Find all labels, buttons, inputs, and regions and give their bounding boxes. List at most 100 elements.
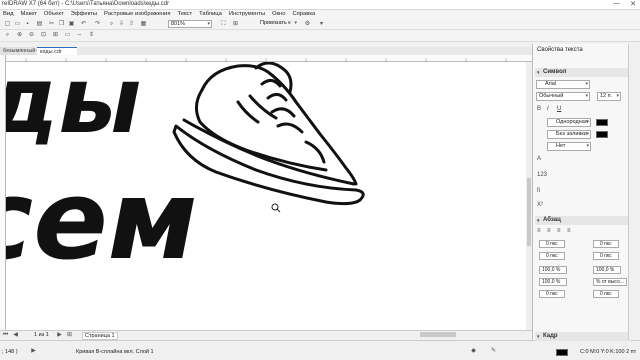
font-style-select[interactable]: Обычный ▾	[536, 92, 590, 101]
play-icon[interactable]: ▶	[30, 348, 37, 355]
menu-table[interactable]: Таблица	[199, 10, 222, 19]
text-case-icon[interactable]: A	[537, 156, 541, 162]
save-icon[interactable]: ▪	[24, 21, 31, 28]
page-tab[interactable]: Страница 1	[82, 332, 118, 340]
next-page-icon[interactable]: ▶	[56, 332, 63, 339]
menu-object[interactable]: Объект	[44, 10, 64, 19]
space-before-field[interactable]: 0 пкс	[539, 290, 565, 298]
options-icon[interactable]: ⚙	[304, 21, 311, 28]
menu-help[interactable]: Справка	[292, 10, 315, 19]
ruler-ticks	[25, 58, 507, 62]
indent-last-value: 0 пкс	[600, 253, 612, 259]
align-justify-icon[interactable]: ≡	[567, 228, 571, 234]
bg-fill-value: Без заливки	[556, 131, 587, 137]
word-spacing-field[interactable]: 100,0 %	[539, 278, 567, 286]
fill-icon: ◆	[471, 348, 476, 354]
horizontal-ruler[interactable]	[6, 55, 532, 62]
drawing-canvas[interactable]: ды сем	[6, 62, 526, 330]
menu-view[interactable]: Вид	[3, 10, 14, 19]
background-color-swatch[interactable]	[596, 131, 608, 138]
indent-first-field[interactable]: 0 пкс	[539, 252, 565, 260]
line-spacing-field[interactable]: 100,0 %	[539, 266, 567, 274]
ligature-icon[interactable]: fi	[537, 188, 540, 194]
new-file-icon[interactable]: ▢	[4, 21, 11, 28]
artwork-text-line1: ды	[6, 62, 142, 154]
snap-to-menu[interactable]: Привязать к ▾	[258, 20, 298, 28]
menu-tools[interactable]: Инструменты	[229, 10, 265, 19]
menu-window[interactable]: Окно	[272, 10, 285, 19]
prev-page-icon[interactable]: ◀	[12, 332, 19, 339]
section-frame[interactable]: Кадр	[535, 332, 631, 341]
char-spacing-field[interactable]: 100,0 %	[593, 266, 621, 274]
italic-icon[interactable]: I	[547, 106, 549, 112]
underline-icon[interactable]: U	[557, 106, 561, 112]
section-paragraph[interactable]: Абзац	[535, 216, 631, 225]
vertical-scroll-thumb[interactable]	[527, 178, 531, 246]
export-icon[interactable]: ⇧	[128, 21, 135, 28]
zoom-all-icon[interactable]: ⊞	[52, 32, 59, 39]
indent-right-field[interactable]: 0 пкс	[593, 240, 619, 248]
font-select[interactable]: Arial ▾	[536, 80, 590, 89]
fill-color-swatch[interactable]	[556, 349, 568, 356]
copy-icon[interactable]: ❐	[58, 21, 65, 28]
tab-kedy[interactable]: кеды.cdr	[37, 47, 77, 55]
section-symbol[interactable]: Символ	[535, 68, 631, 77]
section-frame-label: Кадр	[543, 333, 558, 339]
font-size-select[interactable]: 12 п. ▾	[597, 92, 621, 101]
space-before-value: 0 пкс	[546, 291, 558, 297]
outline-pen-icon: ✎	[490, 348, 497, 354]
import-icon[interactable]: ⇩	[118, 21, 125, 28]
zoom-level-select[interactable]: 801% ▾	[168, 20, 212, 28]
tab-untitled-label: безымянный-1	[3, 48, 41, 54]
cut-icon[interactable]: ✂	[48, 21, 55, 28]
zoom-selected-icon[interactable]: ⊡	[40, 32, 47, 39]
add-page-icon[interactable]: ⊞	[66, 332, 73, 339]
redo-icon[interactable]: ↷	[94, 21, 101, 28]
outline-select[interactable]: Нет ▾	[547, 142, 591, 151]
tab-untitled[interactable]: безымянный-1	[0, 47, 40, 55]
bold-icon[interactable]: B	[537, 106, 541, 112]
pdf-icon[interactable]: ▦	[140, 21, 147, 28]
rulers-icon[interactable]: ⊞	[232, 21, 239, 28]
background-fill-select[interactable]: Без заливки ▾	[547, 130, 591, 139]
space-after-field[interactable]: 0 пкс	[593, 290, 619, 298]
indent-left-field[interactable]: 0 пкс	[539, 240, 565, 248]
spacing-unit-select[interactable]: % от высо...	[593, 278, 627, 286]
minimize-button[interactable]: —	[613, 0, 620, 8]
paste-icon[interactable]: ▣	[68, 21, 75, 28]
print-icon[interactable]: ▤	[36, 21, 43, 28]
undo-icon[interactable]: ↶	[80, 21, 87, 28]
text-color-swatch[interactable]	[596, 119, 608, 126]
zoom-in-icon[interactable]: ⊕	[16, 32, 23, 39]
first-page-icon[interactable]: ⏮	[2, 332, 9, 339]
zoom-width-icon[interactable]: ⇔	[76, 32, 83, 39]
chevron-down-icon: ▾	[294, 20, 297, 26]
menu-bitmaps[interactable]: Растровые изображения	[104, 10, 170, 19]
section-symbol-label: Символ	[543, 69, 567, 75]
docker-tabs-strip[interactable]	[628, 44, 640, 340]
open-file-icon[interactable]: ▭	[14, 21, 21, 28]
close-button[interactable]: ✕	[630, 0, 636, 8]
style-value: Обычный	[539, 93, 564, 99]
indent-left-value: 0 пкс	[546, 241, 558, 247]
launch-icon[interactable]: ▾	[318, 21, 325, 28]
position-icon[interactable]: X²	[537, 202, 543, 208]
zoom-page-icon[interactable]: ▭	[64, 32, 71, 39]
align-center-icon[interactable]: ≡	[547, 228, 551, 234]
font-value: Arial	[545, 81, 557, 87]
numeric-icon[interactable]: 123	[537, 172, 547, 178]
full-screen-icon[interactable]: ⛶	[220, 21, 227, 28]
align-right-icon[interactable]: ≡	[557, 228, 561, 234]
zoom-height-icon[interactable]: ⇕	[88, 32, 95, 39]
zoom-out-icon[interactable]: ⊖	[28, 32, 35, 39]
menu-layout[interactable]: Макет	[21, 10, 37, 19]
search-icon[interactable]: ⌕	[108, 21, 115, 28]
fill-type-select[interactable]: Однородная ... ▾	[547, 118, 591, 127]
align-left-icon[interactable]: ≡	[537, 228, 541, 234]
menu-text[interactable]: Текст	[178, 10, 193, 19]
horizontal-scroll-thumb[interactable]	[420, 332, 456, 337]
zoom-icon[interactable]: ⌕	[4, 32, 11, 39]
menu-effects[interactable]: Эффекты	[71, 10, 97, 19]
indent-last-field[interactable]: 0 пкс	[593, 252, 619, 260]
chevron-down-icon: ▾	[585, 81, 588, 87]
